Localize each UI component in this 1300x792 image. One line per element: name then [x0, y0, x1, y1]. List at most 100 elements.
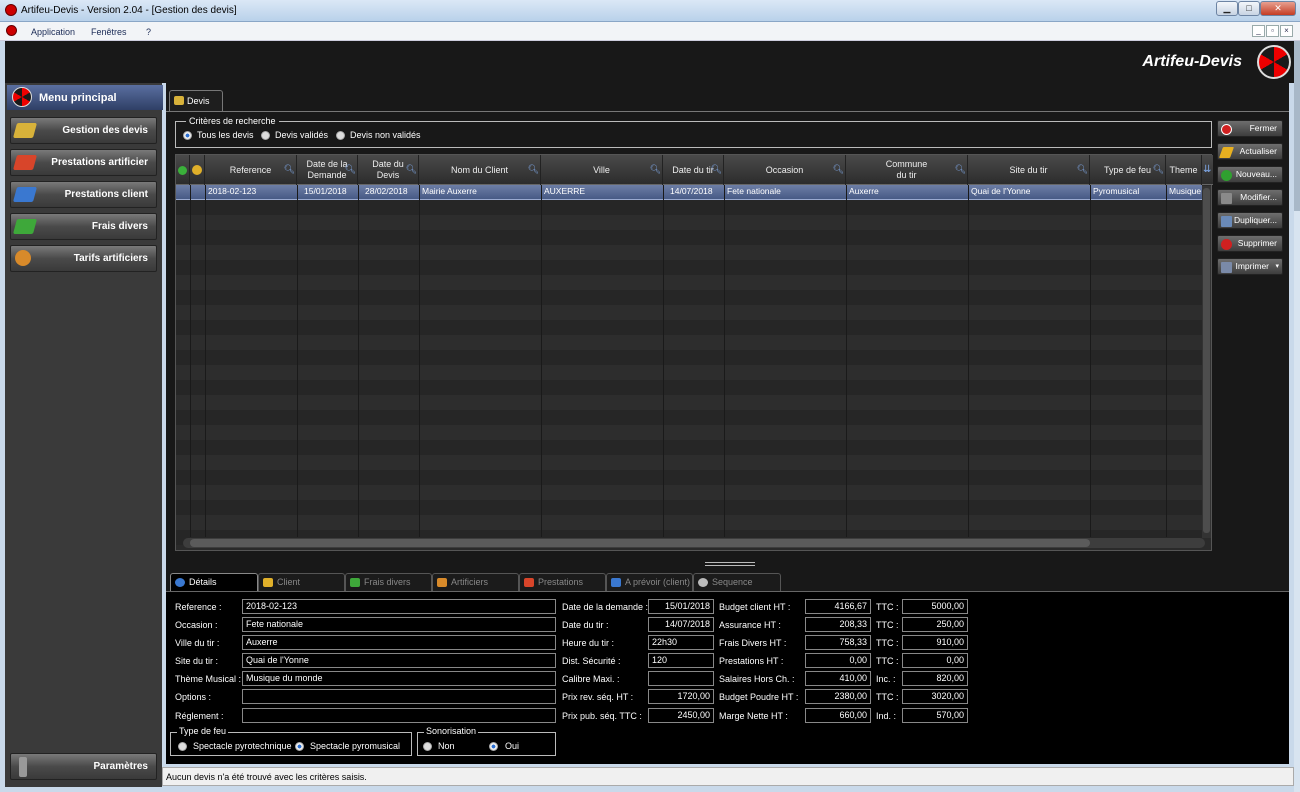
menu-help[interactable]: ? — [146, 27, 151, 37]
grid-vertical-scrollbar[interactable] — [1202, 186, 1211, 538]
horizontal-scroll-thumb[interactable] — [190, 539, 1090, 547]
filter-icon[interactable]: 🔍︎ — [528, 164, 539, 175]
mdi-minimize-button[interactable]: _ — [1252, 25, 1265, 37]
tab-details[interactable]: Détails — [170, 573, 258, 591]
actualiser-button[interactable]: Actualiser — [1217, 143, 1283, 160]
tab-frais-divers[interactable]: Frais divers — [345, 573, 432, 591]
table-row[interactable]: 2018-02-123 15/01/2018 28/02/2018 Mairie… — [176, 185, 1202, 200]
col-date-demande[interactable]: Date de la Demande 🔍︎ — [297, 155, 358, 185]
mdi-close-button[interactable]: × — [1280, 25, 1293, 37]
tab-prestations[interactable]: Prestations — [519, 573, 606, 591]
sidebar-item-frais-divers[interactable]: Frais divers — [10, 213, 157, 240]
radio-sono-oui[interactable] — [489, 742, 498, 751]
filter-icon[interactable]: 🔍︎ — [650, 164, 661, 175]
menu-fenetres[interactable]: Fenêtres — [91, 27, 127, 37]
tab-client[interactable]: Client — [258, 573, 345, 591]
vertical-scroll-thumb[interactable] — [1203, 188, 1210, 533]
col-date-devis[interactable]: Date du Devis 🔍︎ — [358, 155, 419, 185]
field-budget-client-ttc[interactable]: 5000,00 — [902, 599, 968, 614]
radio-devis-valides[interactable] — [261, 131, 270, 140]
field-marge-nette-ind[interactable]: 570,00 — [902, 708, 968, 723]
tab-sequence[interactable]: Sequence — [693, 573, 781, 591]
tab-a-prevoir[interactable]: A prévoir (client) — [606, 573, 693, 591]
field-prestations-ttc[interactable]: 0,00 — [902, 653, 968, 668]
close-window-button[interactable]: ✕ — [1260, 1, 1296, 16]
col-commune-tir[interactable]: Commune du tir 🔍︎ — [846, 155, 968, 185]
field-frais-divers-ttc[interactable]: 910,00 — [902, 635, 968, 650]
field-theme[interactable]: Musique du monde — [242, 671, 556, 686]
col-site-tir[interactable]: Site du tir 🔍︎ — [968, 155, 1090, 185]
field-marge-nette-ht[interactable]: 660,00 — [805, 708, 871, 723]
sidebar-item-prestations-artificier[interactable]: Prestations artificier — [10, 149, 157, 176]
field-budget-client-ht[interactable]: 4166,67 — [805, 599, 871, 614]
col-theme[interactable]: Theme — [1166, 155, 1202, 185]
filter-icon[interactable]: 🔍︎ — [1153, 164, 1164, 175]
minimize-button[interactable]: ▁ — [1216, 1, 1238, 16]
sidebar-item-gestion-devis[interactable]: Gestion des devis — [10, 117, 157, 144]
field-frais-divers-ht[interactable]: 758,33 — [805, 635, 871, 650]
tab-artificiers[interactable]: Artificiers — [432, 573, 519, 591]
filter-icon[interactable]: 🔍︎ — [1077, 164, 1088, 175]
col-label: Date de la Demande — [306, 159, 348, 180]
radio-tous-les-devis[interactable] — [183, 131, 192, 140]
mdi-restore-button[interactable]: ▫ — [1266, 25, 1279, 37]
field-salaires-inc[interactable]: 820,00 — [902, 671, 968, 686]
tab-devis[interactable]: Devis — [169, 90, 223, 111]
menu-app-icon[interactable] — [6, 25, 17, 36]
field-reglement[interactable] — [242, 708, 556, 723]
field-site-tir[interactable]: Quai de l'Yonne — [242, 653, 556, 668]
dupliquer-button[interactable]: Dupliquer... — [1217, 212, 1283, 229]
field-prix-rev[interactable]: 1720,00 — [648, 689, 714, 704]
panel-splitter[interactable] — [705, 562, 755, 566]
field-salaires-hc[interactable]: 410,00 — [805, 671, 871, 686]
filter-icon[interactable]: 🔍︎ — [955, 164, 966, 175]
col-type-feu[interactable]: Type de feu 🔍︎ — [1090, 155, 1166, 185]
field-date-tir[interactable]: 14/07/2018 — [648, 617, 714, 632]
field-prestations-ht[interactable]: 0,00 — [805, 653, 871, 668]
radio-spectacle-pyromusical[interactable] — [295, 742, 304, 751]
validated-col-header[interactable] — [176, 155, 190, 185]
sidebar-item-parametres[interactable]: Paramètres — [10, 753, 157, 780]
supprimer-button[interactable]: Supprimer — [1217, 235, 1283, 252]
grid-horizontal-scrollbar[interactable] — [183, 538, 1205, 548]
filter-icon[interactable]: 🔍︎ — [833, 164, 844, 175]
field-budget-poudre-ttc[interactable]: 3020,00 — [902, 689, 968, 704]
sidebar-item-prestations-client[interactable]: Prestations client — [10, 181, 157, 208]
col-reference[interactable]: Reference 🔍︎ — [205, 155, 297, 185]
radio-spectacle-pyrotechnique[interactable] — [178, 742, 187, 751]
col-occasion[interactable]: Occasion 🔍︎ — [724, 155, 846, 185]
modifier-button[interactable]: Modifier... — [1217, 189, 1283, 206]
field-dist-securite[interactable]: 120 — [648, 653, 714, 668]
fermer-button[interactable]: Fermer — [1217, 120, 1283, 137]
sidebar-item-tarifs-artificiers[interactable]: Tarifs artificiers — [10, 245, 157, 272]
col-label: Date du tir — [672, 164, 714, 175]
client-col-header[interactable] — [190, 155, 205, 185]
field-ville-tir[interactable]: Auxerre — [242, 635, 556, 650]
filter-icon[interactable]: 🔍︎ — [711, 164, 722, 175]
field-budget-poudre-ht[interactable]: 2380,00 — [805, 689, 871, 704]
filter-icon[interactable]: 🔍︎ — [284, 164, 295, 175]
field-assurance-ttc[interactable]: 250,00 — [902, 617, 968, 632]
field-assurance-ht[interactable]: 208,33 — [805, 617, 871, 632]
field-occasion[interactable]: Fete nationale — [242, 617, 556, 632]
col-nom-client[interactable]: Nom du Client 🔍︎ — [419, 155, 541, 185]
nouveau-button[interactable]: Nouveau... — [1217, 166, 1283, 183]
col-ville[interactable]: Ville 🔍︎ — [541, 155, 663, 185]
col-date-tir[interactable]: Date du tir 🔍︎ — [663, 155, 724, 185]
sidebar-item-label: Frais divers — [91, 221, 148, 232]
column-chooser-icon[interactable]: ⇊ — [1203, 164, 1211, 175]
field-date-demande[interactable]: 15/01/2018 — [648, 599, 714, 614]
field-prix-pub[interactable]: 2450,00 — [648, 708, 714, 723]
field-calibre[interactable] — [648, 671, 714, 686]
menu-application[interactable]: Application — [31, 27, 75, 37]
maximize-button[interactable]: □ — [1238, 1, 1260, 16]
field-options[interactable] — [242, 689, 556, 704]
filter-icon[interactable]: 🔍︎ — [345, 164, 356, 175]
field-reference[interactable]: 2018-02-123 — [242, 599, 556, 614]
filter-icon[interactable]: 🔍︎ — [406, 164, 417, 175]
radio-devis-non-valides[interactable] — [336, 131, 345, 140]
radio-sono-non[interactable] — [423, 742, 432, 751]
imprimer-button[interactable]: Imprimer ▾ — [1217, 258, 1283, 275]
field-heure-tir[interactable]: 22h30 — [648, 635, 714, 650]
outer-scrollbar-thumb[interactable] — [1294, 41, 1300, 211]
